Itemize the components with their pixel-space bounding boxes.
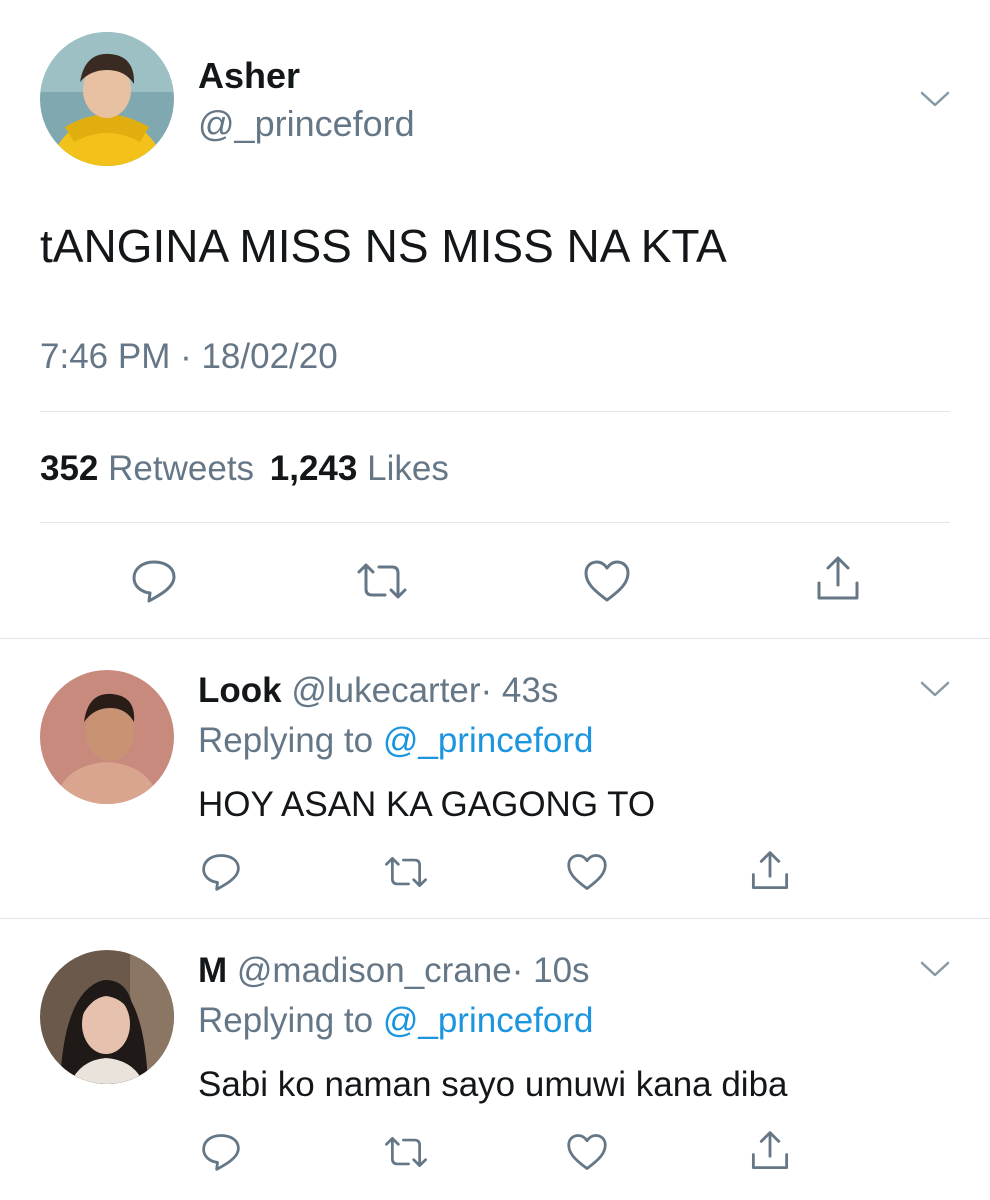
tweet-timestamp[interactable]: 7:46 PM · 18/02/20 <box>40 336 338 378</box>
engagement-stats: 352 Retweets 1,243 Likes <box>40 448 449 490</box>
author-handle[interactable]: @_princeford <box>198 102 415 146</box>
divider <box>40 522 950 523</box>
share-icon[interactable] <box>749 850 791 892</box>
like-icon[interactable] <box>565 852 609 892</box>
reply-handle[interactable]: @lukecarter <box>291 671 480 710</box>
like-icon[interactable] <box>565 1132 609 1172</box>
likes-count: 1,243 <box>269 449 358 488</box>
replying-to-line: Replying to @_princeford <box>198 1000 593 1042</box>
reply-avatar[interactable] <box>40 950 174 1084</box>
like-icon[interactable] <box>582 558 632 604</box>
chevron-down-icon[interactable] <box>920 680 950 698</box>
reply-header: Look @lukecarter· 43s <box>198 670 558 712</box>
divider <box>40 411 950 412</box>
replying-to-handle[interactable]: @_princeford <box>383 1001 594 1040</box>
reply-text: Sabi ko naman sayo umuwi kana diba <box>198 1065 788 1104</box>
reply-time: · 43s <box>480 671 559 710</box>
reply-handle[interactable]: @madison_crane <box>237 951 512 990</box>
retweet-icon[interactable] <box>383 854 429 890</box>
reply-icon[interactable] <box>200 852 242 892</box>
share-icon[interactable] <box>749 1130 791 1172</box>
reply-avatar[interactable] <box>40 670 174 804</box>
author-avatar[interactable] <box>40 32 174 166</box>
reply-icon[interactable] <box>200 1132 242 1172</box>
chevron-down-icon[interactable] <box>920 960 950 978</box>
retweets-count: 352 <box>40 449 99 488</box>
like-stats[interactable]: 1,243 Likes <box>270 449 449 488</box>
likes-label: Likes <box>367 449 449 488</box>
replying-to-handle[interactable]: @_princeford <box>383 721 594 760</box>
retweet-icon[interactable] <box>383 1134 429 1170</box>
chevron-down-icon[interactable] <box>920 90 950 108</box>
section-divider <box>0 918 990 919</box>
section-divider <box>0 638 990 639</box>
reply-header: M @madison_crane· 10s <box>198 950 590 992</box>
replying-to-label: Replying to <box>198 1001 374 1040</box>
share-icon[interactable] <box>814 555 862 603</box>
reply-display-name[interactable]: M <box>198 951 227 990</box>
tweet-text: tANGINA MISS NS MISS NA KTA <box>40 220 727 272</box>
reply-icon[interactable] <box>130 558 178 604</box>
retweet-stats[interactable]: 352 Retweets <box>40 449 264 488</box>
author-display-name[interactable]: Asher <box>198 54 300 98</box>
reply-text: HOY ASAN KA GAGONG TO <box>198 785 656 824</box>
replying-to-line: Replying to @_princeford <box>198 720 593 762</box>
retweet-icon[interactable] <box>355 560 409 602</box>
reply-display-name[interactable]: Look <box>198 671 282 710</box>
replying-to-label: Replying to <box>198 721 374 760</box>
reply-time: · 10s <box>511 951 590 990</box>
retweets-label: Retweets <box>108 449 255 488</box>
